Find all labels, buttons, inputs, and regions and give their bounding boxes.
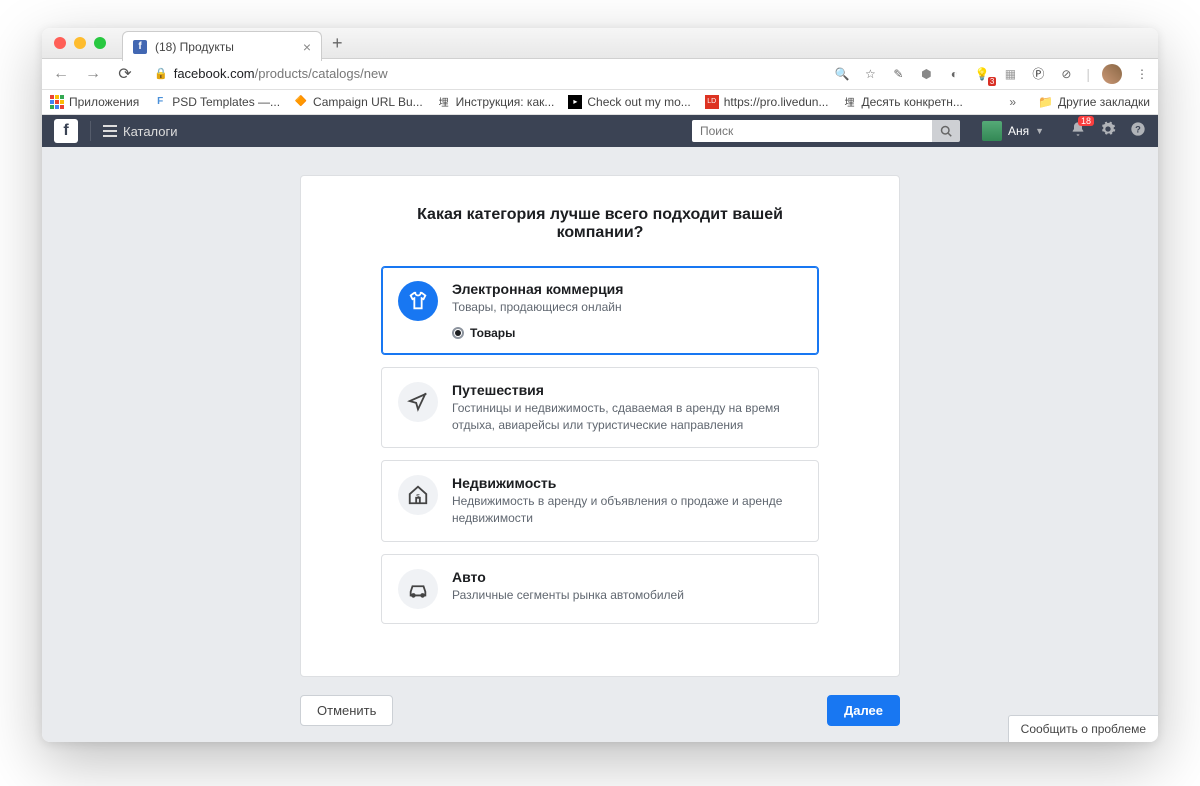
help-icon: ? <box>1130 121 1146 137</box>
extension-pinterest-icon[interactable]: Ⓟ <box>1030 66 1046 82</box>
option-travel[interactable]: Путешествия Гостиницы и недвижимость, сд… <box>381 367 819 449</box>
bookmark-favicon-icon: ▸ <box>568 95 582 109</box>
user-avatar-icon <box>982 121 1002 141</box>
svg-text:?: ? <box>1135 124 1141 134</box>
chevron-down-icon: ▼ <box>1035 126 1044 136</box>
minimize-window-button[interactable] <box>74 37 86 49</box>
radio-icon <box>452 327 464 339</box>
bookmark-item[interactable]: LDhttps://pro.livedun... <box>705 95 829 109</box>
option-desc: Различные сегменты рынка автомобилей <box>452 587 802 604</box>
help-button[interactable]: ? <box>1130 121 1146 141</box>
cancel-button[interactable]: Отменить <box>300 695 393 726</box>
card-heading: Какая категория лучше всего подходит ваш… <box>381 206 819 242</box>
settings-button[interactable] <box>1100 121 1116 141</box>
profile-avatar-icon[interactable] <box>1102 64 1122 84</box>
browser-tab[interactable]: f (18) Продукты × <box>122 31 322 61</box>
browser-menu-icon[interactable]: ⋮ <box>1134 66 1150 82</box>
extension-shield-icon[interactable]: ⬢ <box>918 66 934 82</box>
fb-top-nav: f Каталоги Аня ▼ <box>42 115 1158 147</box>
extension-bulb-icon[interactable]: 💡 <box>974 66 990 82</box>
category-card: Какая категория лучше всего подходит ваш… <box>300 175 900 677</box>
forward-button[interactable]: → <box>82 65 104 83</box>
extension-block-icon[interactable]: ⊘ <box>1058 66 1074 82</box>
notifications-button[interactable]: 18 <box>1070 121 1086 141</box>
fb-search <box>692 120 960 142</box>
option-desc: Недвижимость в аренду и объявления о про… <box>452 493 802 527</box>
traffic-lights <box>54 37 106 49</box>
bookmark-item[interactable]: 埋Инструкция: как... <box>437 95 555 109</box>
facebook-logo-icon[interactable]: f <box>54 119 78 143</box>
car-icon <box>398 569 438 609</box>
option-auto[interactable]: Авто Различные сегменты рынка автомобиле… <box>381 554 819 624</box>
url-path: /products/catalogs/new <box>255 66 388 81</box>
bookmarks-bar: Приложения FPSD Templates —... 🔶Campaign… <box>42 90 1158 115</box>
option-ecommerce[interactable]: Электронная коммерция Товары, продающиес… <box>381 266 819 355</box>
svg-text:$: $ <box>416 494 420 501</box>
lock-icon: 🔒 <box>154 67 168 80</box>
address-bar[interactable]: 🔒 facebook.com/products/catalogs/new <box>146 66 824 81</box>
gear-icon <box>1100 121 1116 137</box>
user-menu-button[interactable]: Аня ▼ <box>982 121 1044 141</box>
close-window-button[interactable] <box>54 37 66 49</box>
other-bookmarks-button[interactable]: 📁Другие закладки <box>1038 95 1150 109</box>
bookmark-favicon-icon: 埋 <box>437 95 451 109</box>
notification-badge: 18 <box>1078 116 1094 126</box>
extension-colorwheel-icon[interactable]: ◐ <box>946 66 962 82</box>
option-title: Электронная коммерция <box>452 281 802 297</box>
report-problem-button[interactable]: Сообщить о проблеме <box>1008 715 1158 742</box>
option-title: Недвижимость <box>452 475 802 491</box>
extension-pencil-icon[interactable]: ✎ <box>890 66 906 82</box>
maximize-window-button[interactable] <box>94 37 106 49</box>
folder-icon: 📁 <box>1038 95 1053 109</box>
bookmark-item[interactable]: 埋Десять конкретн... <box>842 95 962 109</box>
bookmark-favicon-icon: LD <box>705 95 719 109</box>
apps-grid-icon <box>50 95 64 109</box>
address-toolbar: ← → ⟳ 🔒 facebook.com/products/catalogs/n… <box>42 59 1158 90</box>
bookmark-favicon-icon: 🔶 <box>294 95 308 109</box>
plane-icon <box>398 382 438 422</box>
favicon-icon: f <box>133 40 147 54</box>
bookmark-item[interactable]: FPSD Templates —... <box>153 95 280 109</box>
extension-grid-icon[interactable]: ▦ <box>1002 66 1018 82</box>
bookmark-favicon-icon: F <box>153 95 167 109</box>
option-desc: Гостиницы и недвижимость, сдаваемая в ар… <box>452 400 802 434</box>
option-title: Путешествия <box>452 382 802 398</box>
option-title: Авто <box>452 569 802 585</box>
radio-goods[interactable]: Товары <box>452 326 802 340</box>
tshirt-icon <box>398 281 438 321</box>
back-button[interactable]: ← <box>50 65 72 83</box>
new-tab-button[interactable]: + <box>332 33 343 54</box>
search-icon <box>940 125 952 137</box>
tab-title: (18) Продукты <box>155 40 234 54</box>
bookmarks-overflow-button[interactable]: » <box>1009 95 1016 109</box>
reload-button[interactable]: ⟳ <box>114 64 136 84</box>
search-omnibox-icon[interactable]: 🔍 <box>834 66 850 82</box>
option-realestate[interactable]: $ Недвижимость Недвижимость в аренду и о… <box>381 460 819 542</box>
bookmark-favicon-icon: 埋 <box>842 95 856 109</box>
catalogs-menu-button[interactable]: Каталоги <box>103 124 178 139</box>
url-host: facebook.com <box>174 66 255 81</box>
apps-button[interactable]: Приложения <box>50 95 139 109</box>
window-titlebar: f (18) Продукты × + <box>42 28 1158 59</box>
search-input[interactable] <box>692 120 932 142</box>
hamburger-icon <box>103 125 117 137</box>
bookmark-star-icon[interactable]: ☆ <box>862 66 878 82</box>
search-button[interactable] <box>932 120 960 142</box>
bookmark-item[interactable]: 🔶Campaign URL Bu... <box>294 95 423 109</box>
tab-close-icon[interactable]: × <box>303 39 311 55</box>
option-desc: Товары, продающиеся онлайн <box>452 299 802 316</box>
footer-actions: Отменить Далее <box>300 695 900 726</box>
house-icon: $ <box>398 475 438 515</box>
next-button[interactable]: Далее <box>827 695 900 726</box>
bookmark-item[interactable]: ▸Check out my mo... <box>568 95 690 109</box>
